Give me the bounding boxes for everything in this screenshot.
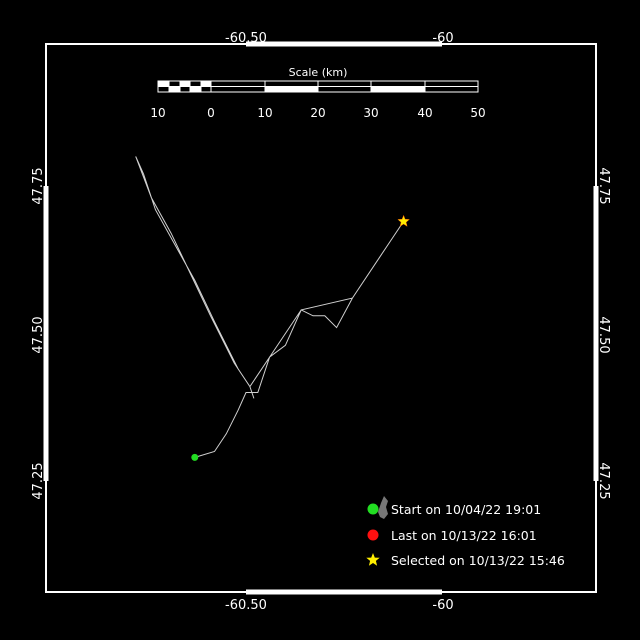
lat-label-left-2: 47.50 bbox=[31, 316, 46, 353]
lon-label-top-1: -60.50 bbox=[225, 31, 267, 46]
lat-label-right-3: 47.25 bbox=[596, 462, 611, 499]
scale-tick-2: 10 bbox=[257, 106, 272, 120]
legend-start-label: Start on 10/04/22 19:01 bbox=[391, 502, 541, 517]
scale-tick-6: 50 bbox=[470, 106, 485, 120]
legend-start-icon bbox=[367, 503, 379, 515]
lon-label-bottom-2: -60 bbox=[432, 598, 453, 613]
scale-tick-1: 0 bbox=[207, 106, 215, 120]
start-marker bbox=[191, 453, 199, 461]
lat-label-left-3: 47.25 bbox=[31, 462, 46, 499]
legend: Start on 10/04/22 19:01 Last on 10/13/22… bbox=[366, 496, 565, 568]
legend-last-icon bbox=[367, 529, 379, 541]
lat-label-right-1: 47.75 bbox=[596, 167, 611, 204]
legend-selected-label: Selected on 10/13/22 15:46 bbox=[391, 553, 565, 568]
map-canvas: -60.50 -60 -60.50 -60 47.75 47.50 47.25 … bbox=[0, 0, 640, 640]
scale-tick-0: 10 bbox=[150, 106, 165, 120]
scale-title: Scale (km) bbox=[289, 66, 348, 79]
lon-label-bottom-1: -60.50 bbox=[225, 598, 267, 613]
scale-tick-3: 20 bbox=[310, 106, 325, 120]
lat-label-right-2: 47.50 bbox=[596, 316, 611, 353]
legend-last-label: Last on 10/13/22 16:01 bbox=[391, 528, 537, 543]
lon-label-top-2: -60 bbox=[432, 31, 453, 46]
scale-tick-4: 30 bbox=[363, 106, 378, 120]
lat-label-left-1: 47.75 bbox=[31, 167, 46, 204]
scale-tick-5: 40 bbox=[417, 106, 432, 120]
